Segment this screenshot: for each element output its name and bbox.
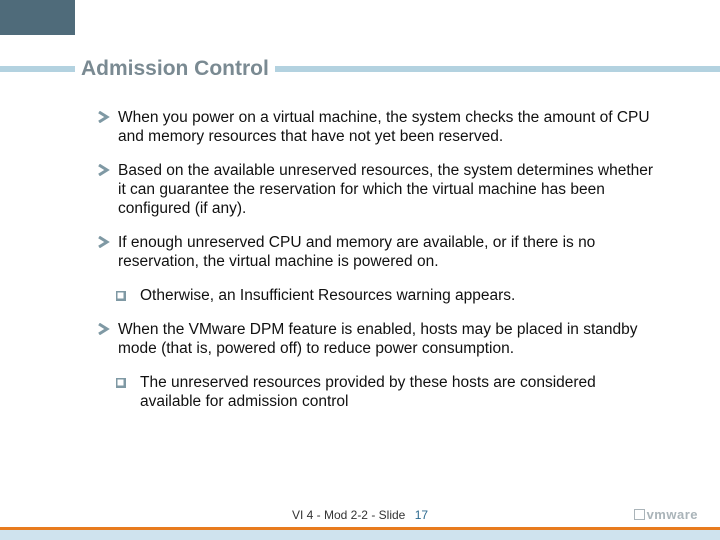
slide-title: Admission Control (75, 57, 275, 81)
footer-accent-blue (0, 530, 720, 540)
bullet-text: The unreserved resources provided by the… (140, 374, 596, 410)
footer-label: VI 4 - Mod 2-2 - Slide 17 (0, 508, 720, 522)
slide-body: When you power on a virtual machine, the… (98, 108, 658, 425)
title-row: Admission Control (0, 55, 720, 83)
footer-bar (0, 527, 720, 540)
bullet-text: When the VMware DPM feature is enabled, … (118, 321, 638, 357)
square-bullet-icon (116, 378, 126, 388)
list-item: Based on the available unreserved resour… (98, 161, 658, 218)
list-item-sub: The unreserved resources provided by the… (116, 373, 658, 411)
bullet-text: When you power on a virtual machine, the… (118, 109, 650, 145)
arrow-bullet-icon (98, 111, 110, 123)
arrow-bullet-icon (98, 164, 110, 176)
title-rule-right (275, 66, 720, 72)
list-item-sub: Otherwise, an Insufficient Resources war… (116, 286, 658, 305)
title-rule-left (0, 66, 75, 72)
header-accent-block (0, 0, 75, 35)
arrow-bullet-icon (98, 236, 110, 248)
vmware-box-icon (634, 509, 645, 520)
list-item: When the VMware DPM feature is enabled, … (98, 320, 658, 358)
list-item: When you power on a virtual machine, the… (98, 108, 658, 146)
vmware-text: vmware (647, 507, 698, 522)
page-number: 17 (409, 508, 428, 522)
arrow-bullet-icon (98, 323, 110, 335)
slide: Admission Control When you power on a vi… (0, 0, 720, 540)
bullet-text: If enough unreserved CPU and memory are … (118, 234, 595, 270)
bullet-text: Based on the available unreserved resour… (118, 162, 653, 217)
list-item: If enough unreserved CPU and memory are … (98, 233, 658, 271)
footer-text: VI 4 - Mod 2-2 - Slide (292, 508, 405, 522)
vmware-logo: vmware (634, 507, 698, 522)
square-bullet-icon (116, 291, 126, 301)
bullet-text: Otherwise, an Insufficient Resources war… (140, 287, 515, 304)
